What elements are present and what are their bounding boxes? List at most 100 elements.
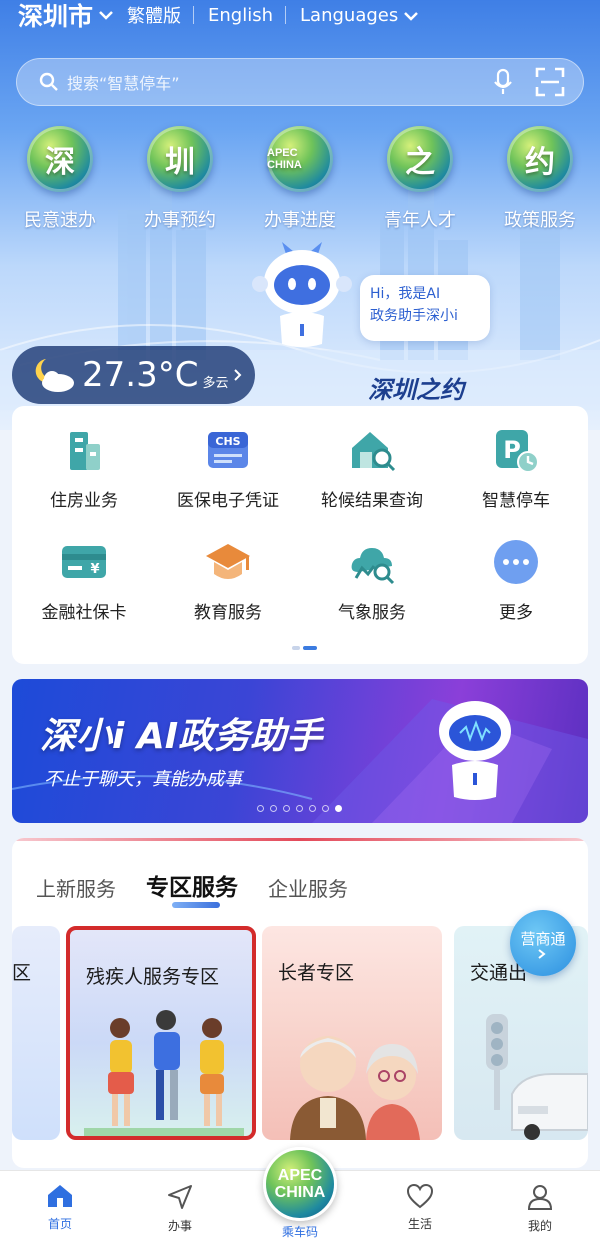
tab-enterprise-services[interactable]: 企业服务 [268, 873, 348, 902]
languages-label: Languages [300, 4, 399, 26]
city-name: 深圳市 [18, 2, 94, 31]
china-text: CHINA [274, 1184, 326, 1201]
service-more[interactable]: 更多 [444, 538, 588, 650]
service-smart-parking[interactable]: P 智慧停车 [444, 426, 588, 538]
globe-yue-icon: 约 [507, 126, 573, 192]
service-label: 轮候结果查询 [321, 491, 423, 511]
quick-link-label: 政策服务 [504, 210, 576, 231]
weather-search-icon [351, 548, 395, 585]
parking-icon: P [496, 430, 539, 473]
zone-tabs: 上新服务 专区服务 企业服务 [36, 868, 378, 902]
globe-zhen-icon: 圳 [147, 126, 213, 192]
quick-link-label: 青年人才 [384, 210, 456, 231]
home-icon [48, 1185, 72, 1207]
bank-card-icon: ¥ [62, 546, 106, 578]
carousel-dot[interactable] [270, 805, 277, 812]
nav-services[interactable]: 办事 [120, 1171, 240, 1241]
apec-text: APEC [277, 1167, 323, 1184]
graduation-cap-icon [206, 544, 250, 579]
active-tab-indicator [172, 902, 220, 908]
page-dot-active [303, 646, 317, 650]
apec-globe-icon: APEC CHINA [263, 1147, 337, 1221]
carousel-dot-active[interactable] [335, 805, 342, 812]
city-selector[interactable]: 深圳市 [18, 0, 113, 33]
zone-card-title: 长者专区 [278, 962, 355, 984]
quick-link-talent[interactable]: 之 青年人才 [360, 126, 480, 232]
zone-card-partial-left[interactable]: 区 [12, 926, 60, 1140]
partly-cloudy-icon [35, 359, 74, 392]
service-label: 医保电子凭证 [177, 491, 279, 511]
apec-globe-icon: APEC CHINA [267, 126, 333, 192]
nav-label: 我的 [527, 1219, 552, 1233]
elderly-couple-illustration [290, 1036, 420, 1140]
chs-card-icon: CHS [208, 432, 248, 468]
service-label: 金融社保卡 [41, 603, 127, 623]
service-grid: 住房业务 CHS 医保电子凭证 轮候结果查询 P 智慧停车 ¥ 金融社保卡 教育… [12, 426, 588, 650]
nav-ride-code[interactable]: APEC CHINA 乘车码 [240, 1147, 360, 1241]
section-accent-line [12, 838, 588, 841]
carousel-dot[interactable] [309, 805, 316, 812]
divider [193, 6, 195, 24]
service-queue-result[interactable]: 轮候结果查询 [300, 426, 444, 538]
chevron-down-icon [99, 11, 113, 20]
languages-dropdown[interactable]: Languages [300, 5, 418, 26]
quick-link-progress[interactable]: APEC CHINA 办事进度 [240, 126, 360, 232]
quick-link-policy[interactable]: 约 政策服务 [480, 126, 600, 232]
tab-zone-services[interactable]: 专区服务 [146, 868, 238, 902]
zone-cards: 区 残疾人服务专区 长者专区 交通出 [12, 926, 588, 1144]
hero-area: 深圳市 繁體版 English Languages 搜索“智慧停车” 深 民意速… [0, 0, 600, 430]
person-icon [527, 1185, 553, 1210]
nav-label: 办事 [167, 1219, 192, 1233]
quick-links: 深 民意速办 圳 办事预约 APEC CHINA 办事进度 之 青年人才 约 政… [0, 126, 600, 232]
tab-new-services[interactable]: 上新服务 [36, 873, 116, 902]
quick-link-appointment[interactable]: 圳 办事预约 [120, 126, 240, 232]
globe-zhi-icon: 之 [387, 126, 453, 192]
service-label: 智慧停车 [482, 491, 550, 511]
banner-carousel-dots [257, 805, 342, 812]
assistant-greeting-bubble[interactable]: Hi，我是AI 政务助手深小i [360, 275, 490, 341]
ai-assistant-banner[interactable]: 深小i AI政务助手 不止于聊天，真能办成事 [12, 679, 588, 823]
business-service-float-button[interactable]: 营商通 [510, 910, 576, 976]
weather-widget[interactable]: 27.3°C 多云 [12, 346, 255, 404]
service-label: 教育服务 [194, 603, 262, 623]
chevron-right-icon [538, 948, 546, 959]
page-dot [292, 646, 300, 650]
building-icon [70, 432, 100, 470]
nav-home[interactable]: 首页 [0, 1171, 120, 1241]
more-dots-icon [494, 540, 538, 584]
ai-robot-mascot-icon[interactable] [252, 240, 352, 350]
bottom-nav: 首页 办事 APEC CHINA 乘车码 生活 我的 [0, 1147, 600, 1241]
zone-card-disability[interactable]: 残疾人服务专区 [66, 926, 256, 1140]
search-bar[interactable]: 搜索“智慧停车” [16, 58, 584, 106]
yen-sign: ¥ [90, 562, 99, 577]
carousel-dot[interactable] [322, 805, 329, 812]
ai-robot-mascot-icon [439, 701, 511, 800]
chs-text: CHS [215, 435, 240, 448]
service-education[interactable]: 教育服务 [156, 538, 300, 650]
search-input[interactable]: 搜索“智慧停车” [67, 70, 493, 94]
service-weather[interactable]: 气象服务 [300, 538, 444, 650]
top-bar: 深圳市 繁體版 English Languages [0, 0, 600, 33]
traditional-chinese-link[interactable]: 繁體版 [127, 2, 181, 28]
nav-label: 生活 [407, 1217, 432, 1231]
grid-page-indicator [292, 646, 317, 650]
nav-profile[interactable]: 我的 [480, 1171, 600, 1241]
zone-card-elderly[interactable]: 长者专区 [262, 926, 442, 1140]
scan-icon[interactable] [535, 67, 565, 97]
carousel-dot[interactable] [257, 805, 264, 812]
english-link[interactable]: English [208, 5, 273, 26]
service-label: 更多 [499, 603, 533, 623]
quick-link-minyi[interactable]: 深 民意速办 [0, 126, 120, 232]
chevron-right-icon [234, 369, 242, 381]
service-medical-insurance[interactable]: CHS 医保电子凭证 [156, 426, 300, 538]
carousel-dot[interactable] [296, 805, 303, 812]
carousel-dot[interactable] [283, 805, 290, 812]
nav-life[interactable]: 生活 [360, 1171, 480, 1241]
zone-services-section: 上新服务 专区服务 企业服务 区 残疾人服务专区 长者专区 交通出 [12, 838, 588, 1168]
zone-card-title: 残疾人服务专区 [86, 966, 220, 988]
heart-icon [406, 1183, 434, 1209]
service-housing[interactable]: 住房业务 [12, 426, 156, 538]
slogan: 深圳之约 [368, 375, 464, 404]
service-finance-card[interactable]: ¥ 金融社保卡 [12, 538, 156, 650]
microphone-icon[interactable] [493, 68, 513, 96]
